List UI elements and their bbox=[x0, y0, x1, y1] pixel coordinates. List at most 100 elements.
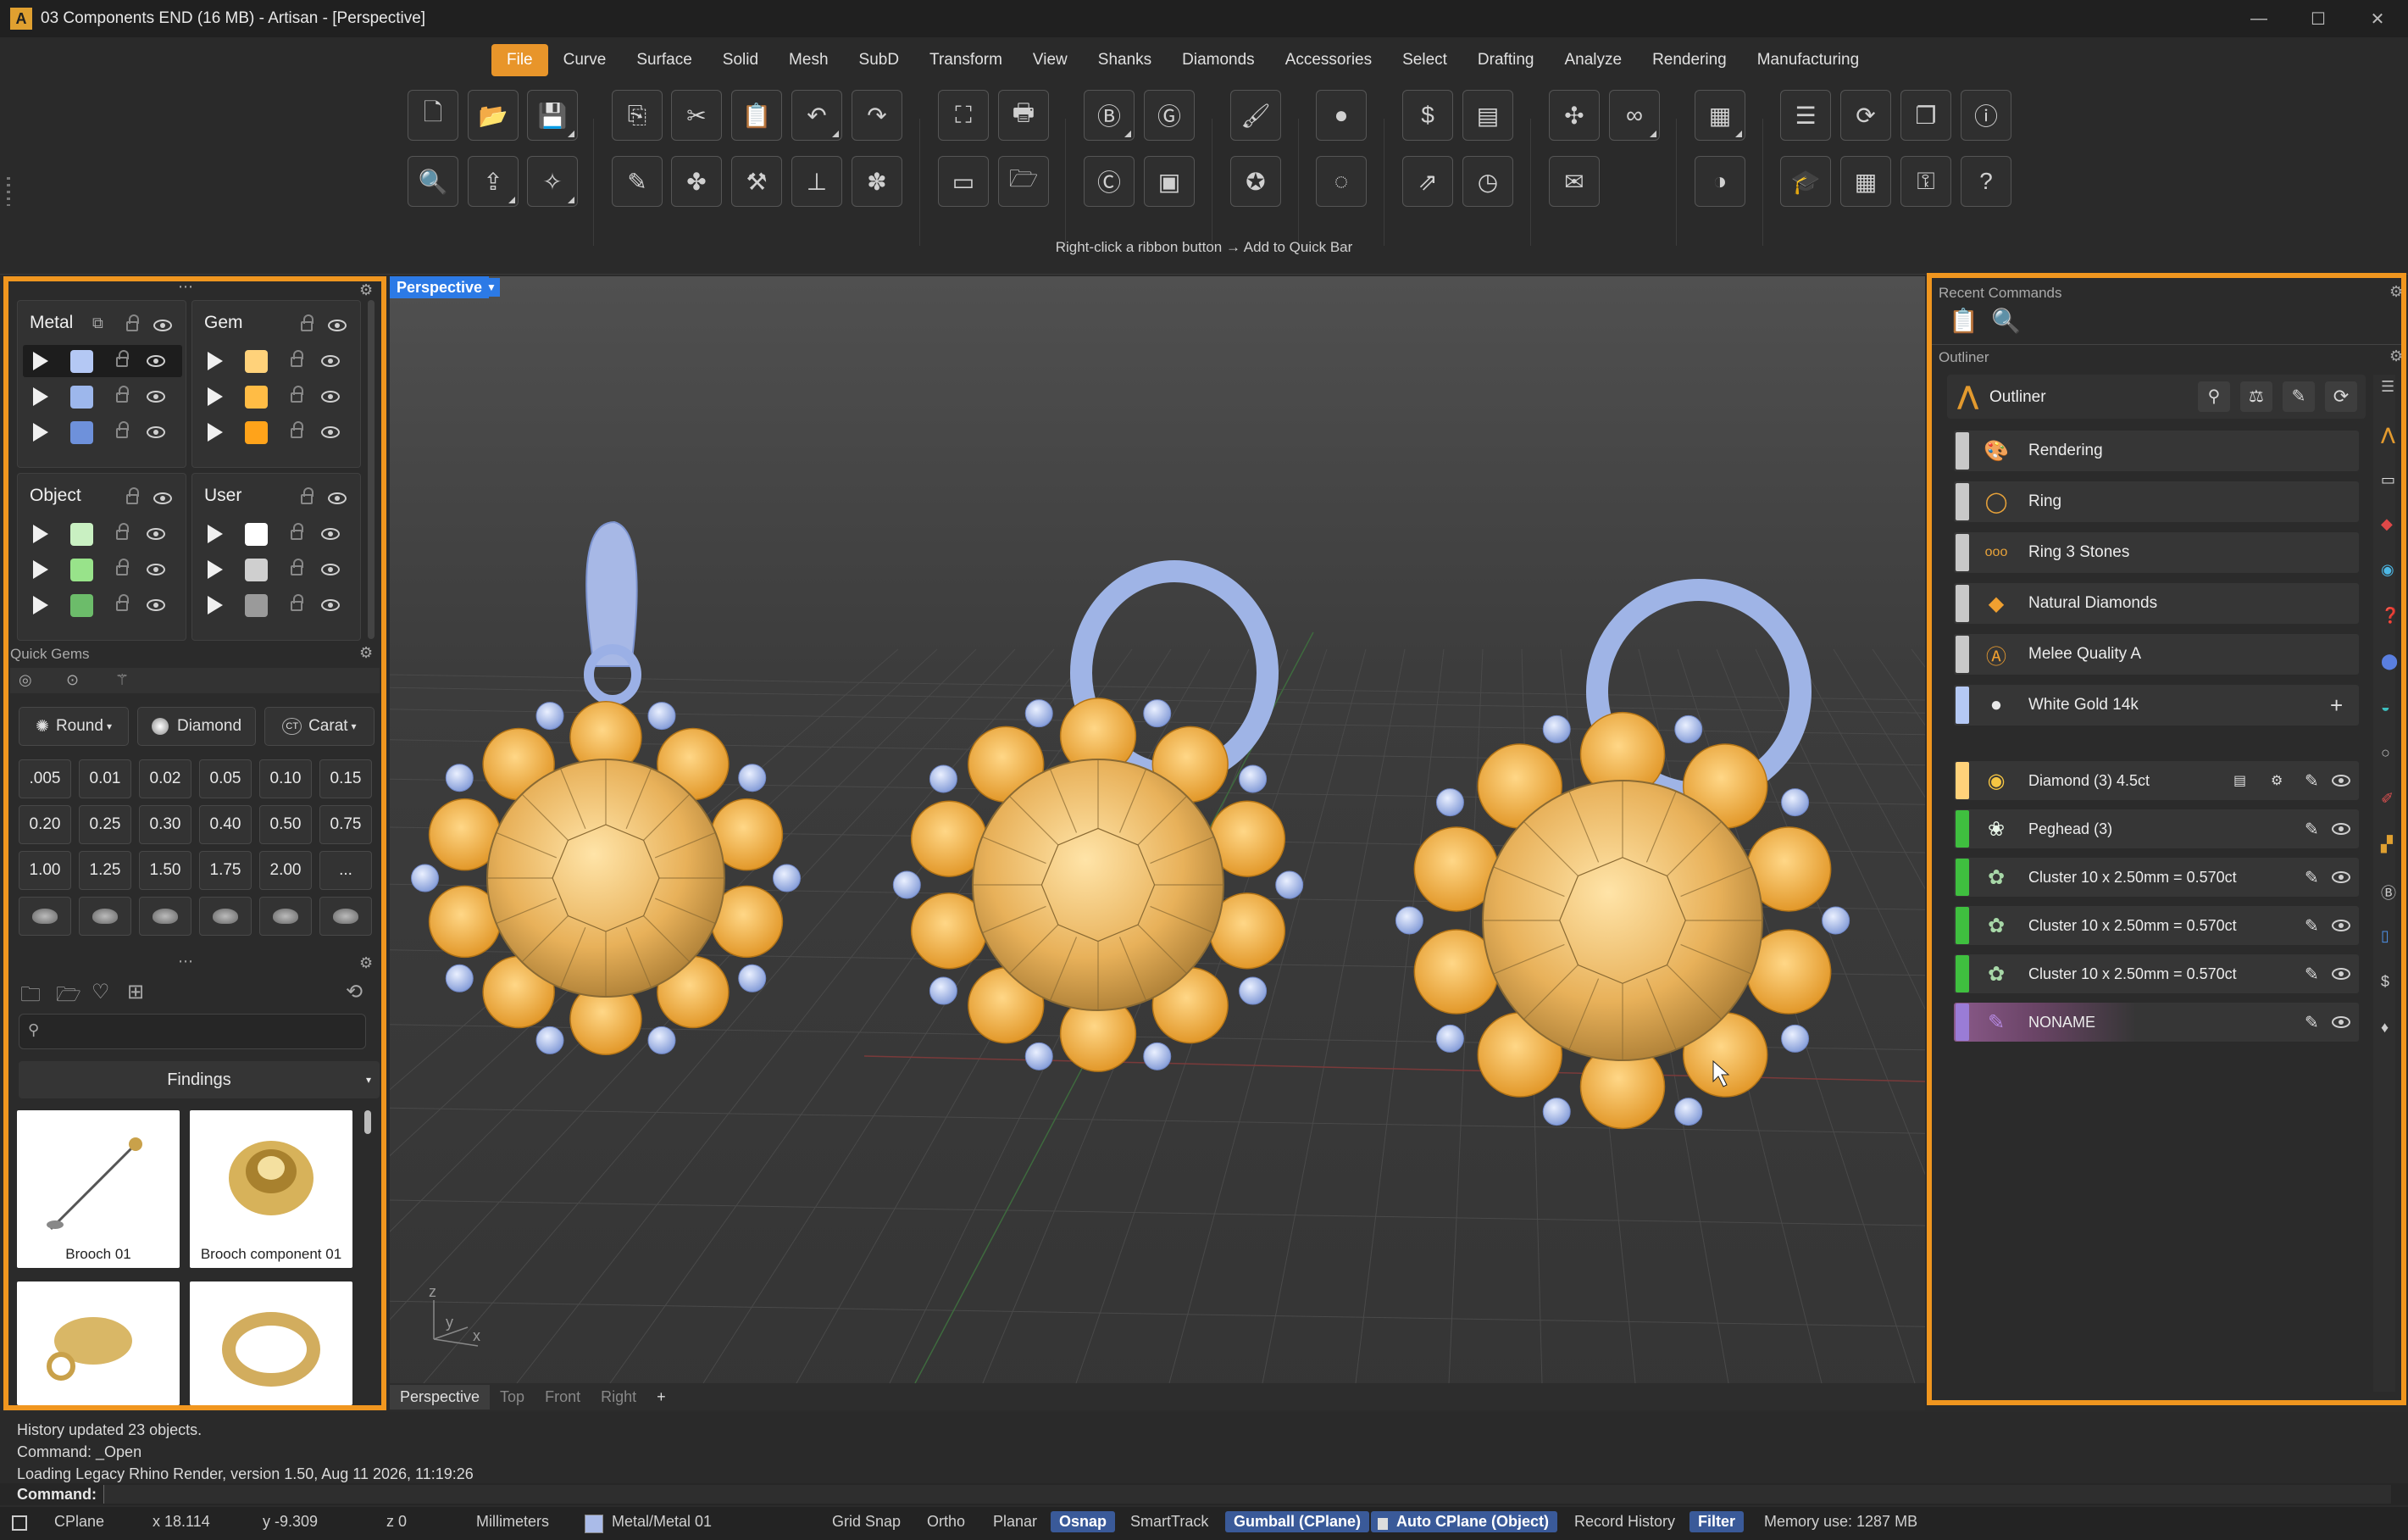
layer-color-swatch[interactable] bbox=[70, 421, 93, 444]
outliner-object-item[interactable]: ✿ Cluster 10 x 2.50mm = 0.570ct ✎ bbox=[1954, 858, 2359, 897]
cut-round-icon[interactable] bbox=[19, 897, 71, 936]
pin-icon[interactable]: ⚲ bbox=[2198, 381, 2230, 412]
menu-tab-select[interactable]: Select bbox=[1387, 44, 1462, 76]
lock-icon[interactable] bbox=[116, 523, 129, 540]
layer-color-swatch[interactable] bbox=[245, 594, 268, 617]
copy-icon[interactable]: ⎘ bbox=[612, 90, 663, 141]
file-search-icon[interactable]: 🔍 bbox=[408, 156, 458, 207]
gem-size-button[interactable]: 0.01 bbox=[79, 759, 131, 798]
panel-tab-help-icon[interactable]: ❓ bbox=[2381, 607, 2400, 625]
command-input[interactable] bbox=[103, 1485, 2391, 1504]
outliner-category-item[interactable]: 🎨 Rendering bbox=[1954, 431, 2359, 471]
print-icon[interactable]: 🖶 bbox=[998, 90, 1049, 141]
menu-tab-solid[interactable]: Solid bbox=[707, 44, 774, 76]
layer-color-swatch[interactable] bbox=[245, 523, 268, 546]
gem-shape-dropdown[interactable]: ✺ Round ▾ bbox=[19, 707, 129, 746]
viewport-tab-top[interactable]: Top bbox=[490, 1385, 535, 1409]
eye-icon[interactable] bbox=[147, 355, 165, 367]
gem-size-button[interactable]: 0.25 bbox=[79, 805, 131, 844]
settings-list-icon[interactable]: ☰ bbox=[1780, 90, 1831, 141]
report-icon[interactable]: ▦ bbox=[1695, 90, 1745, 141]
sketch-icon[interactable]: ✎ bbox=[612, 156, 663, 207]
eye-icon[interactable] bbox=[153, 492, 172, 504]
panel-tab-block-icon[interactable]: Ⓑ bbox=[2381, 881, 2396, 903]
eye-icon[interactable] bbox=[2332, 920, 2350, 931]
eye-icon[interactable] bbox=[321, 426, 340, 438]
add-icon[interactable]: + bbox=[2330, 692, 2343, 719]
lock-icon[interactable] bbox=[116, 421, 129, 438]
play-icon[interactable] bbox=[208, 596, 223, 614]
panel-tab-layers-icon[interactable]: ◆ bbox=[2381, 515, 2393, 533]
open-folder-icon[interactable]: 📂 bbox=[468, 90, 519, 141]
status-checkbox[interactable] bbox=[12, 1515, 27, 1531]
lock-icon[interactable] bbox=[126, 314, 139, 331]
new-file-icon[interactable]: 🗋 bbox=[408, 90, 458, 141]
gem-size-button[interactable]: 2.00 bbox=[259, 851, 312, 890]
eye-icon[interactable] bbox=[147, 564, 165, 575]
lock-icon[interactable] bbox=[116, 386, 129, 403]
block-icon[interactable]: Ⓑ bbox=[1084, 90, 1135, 141]
menu-tab-shanks[interactable]: Shanks bbox=[1083, 44, 1167, 76]
outliner-category-item[interactable]: ◯ Ring bbox=[1954, 481, 2359, 522]
layer-color-swatch[interactable] bbox=[585, 1515, 603, 1533]
key-icon[interactable]: ⚿ bbox=[1900, 156, 1951, 207]
panel-tab-display-icon[interactable]: ▭ bbox=[2381, 471, 2395, 489]
outliner-object-item[interactable]: ◉ Diamond (3) 4.5ct ▤ ⚙ ✎ bbox=[1954, 761, 2359, 800]
gem-ring-icon[interactable]: ◎ bbox=[19, 671, 32, 689]
menu-tab-accessories[interactable]: Accessories bbox=[1270, 44, 1387, 76]
refresh-icon[interactable]: ⟳ bbox=[2325, 381, 2357, 412]
lock-icon[interactable] bbox=[291, 594, 303, 611]
recent-paste-icon[interactable]: 📋 bbox=[1949, 307, 1978, 335]
gem-size-button[interactable]: 0.75 bbox=[319, 805, 372, 844]
close-button[interactable]: ✕ bbox=[2352, 0, 2403, 37]
panel-tab-render-icon[interactable]: ✐ bbox=[2381, 790, 2394, 808]
education-icon[interactable]: 🎓 bbox=[1780, 156, 1831, 207]
lock-icon[interactable] bbox=[291, 559, 303, 575]
grid-snap-toggle[interactable]: Grid Snap bbox=[832, 1513, 901, 1531]
eye-icon[interactable] bbox=[2332, 1016, 2350, 1028]
outliner-object-item[interactable]: ✿ Cluster 10 x 2.50mm = 0.570ct ✎ bbox=[1954, 954, 2359, 993]
viewport-title-tab[interactable]: Perspective bbox=[390, 276, 490, 298]
outliner-category-item[interactable]: Ⓐ Melee Quality A bbox=[1954, 634, 2359, 675]
globe-icon[interactable]: ◑ bbox=[1695, 156, 1745, 207]
menu-tab-view[interactable]: View bbox=[1018, 44, 1083, 76]
puzzle-icon[interactable]: ✤ bbox=[671, 156, 722, 207]
paste-icon[interactable]: 📋 bbox=[731, 90, 782, 141]
quick-gems-settings-icon[interactable]: ⚙ bbox=[359, 644, 373, 662]
folder-user-icon[interactable]: 🗁 bbox=[998, 156, 1049, 207]
outliner-category-item[interactable]: ooo Ring 3 Stones bbox=[1954, 532, 2359, 573]
eye-icon[interactable] bbox=[328, 492, 347, 504]
eye-icon[interactable] bbox=[153, 320, 172, 331]
play-icon[interactable] bbox=[208, 525, 223, 543]
viewport-menu-chevron-icon[interactable]: ▼ bbox=[483, 278, 500, 297]
outliner-category-item[interactable]: ◆ Natural Diamonds bbox=[1954, 583, 2359, 624]
menu-tab-manufacturing[interactable]: Manufacturing bbox=[1742, 44, 1874, 76]
outliner-object-item[interactable]: ❀ Peghead (3) ✎ bbox=[1954, 809, 2359, 848]
edit-icon[interactable]: ✎ bbox=[2305, 1012, 2319, 1033]
brush-icon[interactable]: 🖌 bbox=[1230, 90, 1281, 141]
badge-icon[interactable]: ✪ bbox=[1230, 156, 1281, 207]
eye-icon[interactable] bbox=[321, 564, 340, 575]
library-scrollbar[interactable] bbox=[364, 1110, 371, 1134]
play-icon[interactable] bbox=[33, 387, 48, 406]
edit-icon[interactable]: ✎ bbox=[2305, 915, 2319, 937]
panel-tab-sun-icon[interactable]: ○ bbox=[2381, 744, 2390, 762]
cut-icon[interactable]: ✂ bbox=[671, 90, 722, 141]
pages-icon[interactable]: ❐ bbox=[1900, 90, 1951, 141]
eye-icon[interactable] bbox=[321, 391, 340, 403]
eye-icon[interactable] bbox=[321, 528, 340, 540]
lock-icon[interactable] bbox=[301, 314, 313, 331]
panel-tab-list-icon[interactable]: ☰ bbox=[2381, 378, 2394, 396]
recent-file-search-icon[interactable]: 🔍 bbox=[1991, 307, 2021, 335]
library-search-input[interactable]: ⚲ bbox=[19, 1014, 366, 1049]
gem-size-button[interactable]: 1.50 bbox=[139, 851, 191, 890]
osnap-toggle[interactable]: Osnap bbox=[1051, 1511, 1116, 1532]
lock-icon[interactable] bbox=[116, 594, 129, 611]
gumball-toggle[interactable]: Gumball (CPlane) bbox=[1225, 1511, 1370, 1532]
redo-icon[interactable]: ↷ bbox=[852, 90, 902, 141]
play-icon[interactable] bbox=[208, 387, 223, 406]
layer-color-swatch[interactable] bbox=[245, 421, 268, 444]
menu-tab-subd[interactable]: SubD bbox=[844, 44, 915, 76]
menu-tab-file[interactable]: File bbox=[491, 44, 548, 76]
auto-cplane-toggle[interactable]: Auto CPlane (Object) bbox=[1371, 1511, 1558, 1532]
